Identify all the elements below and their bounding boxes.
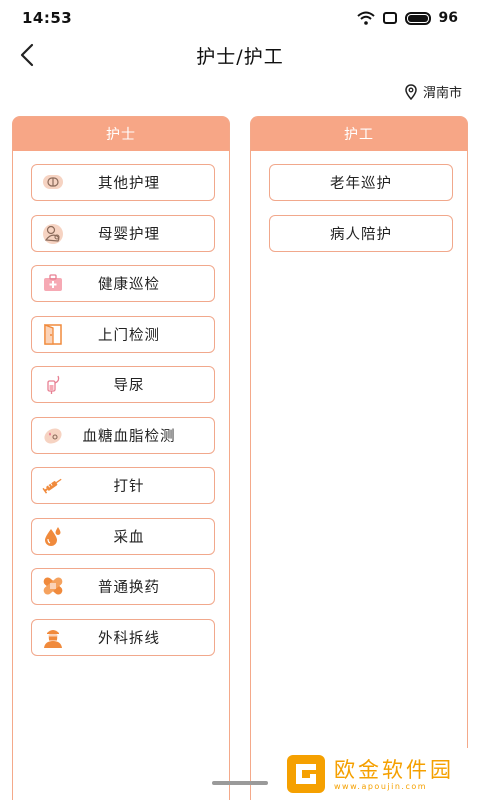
watermark-text: 欧金软件园 www.apoujin.com <box>334 758 454 791</box>
location-pin-icon <box>405 83 417 100</box>
nurse-service-list: 其他护理 母婴护理 健康巡检 上门检测 导尿 血糖血脂检测 打针 采血 普通换药… <box>13 151 229 656</box>
service-other-care-button[interactable]: 其他护理 <box>31 164 215 201</box>
nurse-panel-title: 护士 <box>13 117 229 151</box>
service-maternal-care-button[interactable]: 母婴护理 <box>31 214 215 252</box>
battery-level: 96 <box>438 10 458 26</box>
service-injection-button[interactable]: 打针 <box>31 467 215 504</box>
watermark: 欧金软件园 www.apoujin.com <box>280 748 480 800</box>
service-dressing-change-button[interactable]: 普通换药 <box>31 568 215 605</box>
watermark-logo-icon <box>287 755 325 793</box>
caregiver-panel: 护工 老年巡护 病人陪护 <box>250 116 468 800</box>
service-suture-removal-button[interactable]: 外科拆线 <box>31 618 215 656</box>
bandage-icon <box>43 577 63 595</box>
catheter-icon <box>47 375 60 394</box>
watermark-title: 欧金软件园 <box>334 757 454 782</box>
capsule-bandage-icon <box>43 175 63 189</box>
watermark-url: www.apoujin.com <box>334 781 428 791</box>
location-selector[interactable]: 渭南市 <box>405 82 462 101</box>
blood-glucose-icon <box>44 427 62 444</box>
service-catheter-button[interactable]: 导尿 <box>31 366 215 403</box>
nurse-panel: 护士 其他护理 母婴护理 健康巡检 上门检测 导尿 血糖血脂检测 打针 采血 普… <box>12 116 230 800</box>
medical-kit-icon <box>44 274 62 291</box>
door-icon <box>44 323 62 345</box>
service-elderly-patrol-button[interactable]: 老年巡护 <box>269 164 453 201</box>
status-icons: 96 <box>356 10 458 26</box>
battery-icon <box>404 11 431 25</box>
blood-drop-icon <box>45 526 61 546</box>
screen-rotate-icon <box>382 12 397 24</box>
service-home-test-button[interactable]: 上门检测 <box>31 315 215 353</box>
caregiver-panel-title: 护工 <box>251 117 467 151</box>
service-patient-escort-button[interactable]: 病人陪护 <box>269 214 453 252</box>
screen: 14:53 96 护士/护工 渭南市 护士 其他护理 母婴护理 健康巡检 上门检… <box>0 0 480 800</box>
service-label: 老年巡护 <box>330 176 392 192</box>
mother-baby-icon <box>43 223 63 244</box>
back-arrow-icon[interactable] <box>16 42 40 68</box>
surgeon-icon <box>44 629 62 648</box>
service-blood-glucose-lipid-button[interactable]: 血糖血脂检测 <box>31 416 215 454</box>
service-health-patrol-button[interactable]: 健康巡检 <box>31 265 215 302</box>
caregiver-service-list: 老年巡护 病人陪护 <box>251 151 467 252</box>
app-header: 护士/护工 <box>0 36 480 74</box>
home-indicator[interactable] <box>212 781 268 785</box>
page-title: 护士/护工 <box>196 45 284 68</box>
syringe-icon <box>42 478 62 494</box>
status-bar: 14:53 96 <box>0 0 480 36</box>
status-time: 14:53 <box>22 9 73 27</box>
location-city: 渭南市 <box>422 86 462 101</box>
service-blood-collection-button[interactable]: 采血 <box>31 517 215 555</box>
service-label: 病人陪护 <box>330 226 392 243</box>
wifi-icon <box>356 11 375 25</box>
